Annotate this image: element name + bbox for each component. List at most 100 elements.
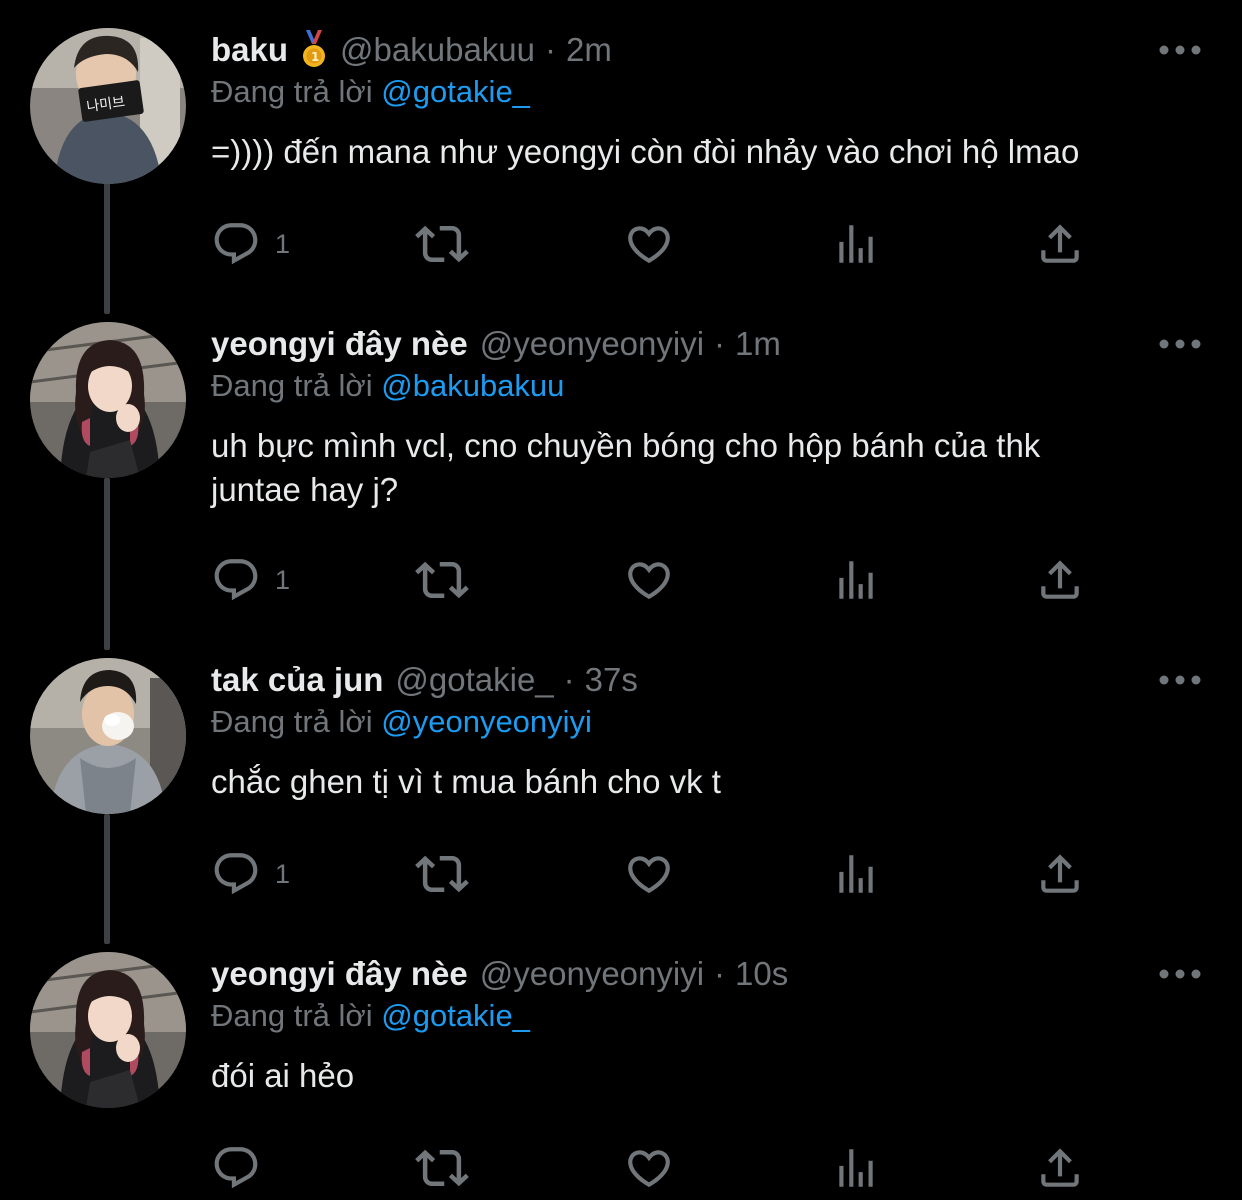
tweet-actions <box>211 1142 1081 1194</box>
tweet-header: tak của jun @gotakie_ · 37s <box>211 658 638 702</box>
avatar[interactable] <box>30 658 186 814</box>
reply-icon <box>211 1143 261 1193</box>
retweet-icon <box>415 847 469 901</box>
tweet-text-line: juntae hay j? <box>211 471 399 508</box>
tweet-text: uh bực mình vcl, cno chuyền bóng cho hộp… <box>211 424 1171 512</box>
replying-to: Đang trả lời @gotakie_ <box>211 74 530 110</box>
timestamp[interactable]: 1m <box>735 325 781 363</box>
reply-button[interactable]: 1 <box>211 554 290 606</box>
display-name[interactable]: tak của jun <box>211 661 383 699</box>
replying-to: Đang trả lời @yeonyeonyiyi <box>211 704 592 740</box>
share-button[interactable] <box>1035 218 1085 270</box>
more-options-icon[interactable] <box>1158 672 1202 688</box>
more-options-icon[interactable] <box>1158 966 1202 982</box>
heart-icon <box>624 1143 674 1193</box>
reply-button[interactable]: 1 <box>211 218 290 270</box>
timestamp[interactable]: 2m <box>566 31 612 69</box>
tweet-header: yeongyi đây nèe @yeonyeonyiyi · 1m <box>211 322 781 366</box>
avatar[interactable] <box>30 322 186 478</box>
views-button[interactable] <box>831 1142 881 1194</box>
heart-icon <box>624 219 674 269</box>
replying-to: Đang trả lời @gotakie_ <box>211 998 530 1034</box>
reply-button[interactable] <box>211 1142 275 1194</box>
tweet-actions: 1 <box>211 848 1081 900</box>
conversation-thread: 나미브 baku 1 @bakubakuu · 2m Đang trả lời <box>0 0 1242 1200</box>
display-name[interactable]: yeongyi đây nèe <box>211 955 468 993</box>
tweet[interactable]: yeongyi đây nèe @yeonyeonyiyi · 10s Đang… <box>0 952 1242 1200</box>
replying-to-label: Đang trả lời <box>211 998 373 1033</box>
replying-to-label: Đang trả lời <box>211 368 373 403</box>
share-icon <box>1035 555 1085 605</box>
user-handle[interactable]: @bakubakuu <box>340 31 535 69</box>
mention-link[interactable]: @bakubakuu <box>381 368 564 403</box>
reply-count: 1 <box>275 858 291 889</box>
share-button[interactable] <box>1035 1142 1085 1194</box>
replying-to-label: Đang trả lời <box>211 74 373 109</box>
tweet-text: chắc ghen tị vì t mua bánh cho vk t <box>211 763 721 800</box>
retweet-button[interactable] <box>415 1142 469 1194</box>
tweet-actions: 1 <box>211 554 1081 606</box>
reply-count: 1 <box>275 228 291 259</box>
retweet-button[interactable] <box>415 218 469 270</box>
like-button[interactable] <box>624 1142 674 1194</box>
separator-dot: · <box>563 661 575 698</box>
heart-icon <box>624 555 674 605</box>
user-handle[interactable]: @yeonyeonyiyi <box>480 325 704 363</box>
replying-to-label: Đang trả lời <box>211 704 373 739</box>
retweet-button[interactable] <box>415 554 469 606</box>
display-name[interactable]: yeongyi đây nèe <box>211 325 468 363</box>
user-handle[interactable]: @yeonyeonyiyi <box>480 955 704 993</box>
tweet[interactable]: tak của jun @gotakie_ · 37s Đang trả lời… <box>0 658 1242 918</box>
avatar[interactable]: 나미브 <box>30 28 186 184</box>
tweet-text: =)))) đến mana như yeongyi còn đòi nhảy … <box>211 133 1080 170</box>
share-icon <box>1035 219 1085 269</box>
tweet-text: đói ai hẻo <box>211 1057 355 1094</box>
reply-count: 1 <box>275 564 291 595</box>
share-button[interactable] <box>1035 554 1085 606</box>
timestamp[interactable]: 37s <box>585 661 638 699</box>
views-button[interactable] <box>831 554 881 606</box>
retweet-icon <box>415 1141 469 1195</box>
timestamp[interactable]: 10s <box>735 955 788 993</box>
bar-chart-icon <box>831 1143 881 1193</box>
mention-link[interactable]: @gotakie_ <box>381 74 530 109</box>
like-button[interactable] <box>624 848 674 900</box>
bar-chart-icon <box>831 219 881 269</box>
more-options-icon[interactable] <box>1158 42 1202 58</box>
bar-chart-icon <box>831 555 881 605</box>
user-handle[interactable]: @gotakie_ <box>395 661 553 699</box>
replying-to: Đang trả lời @bakubakuu <box>211 368 564 404</box>
medal-icon: 1 <box>300 30 328 70</box>
bar-chart-icon <box>831 849 881 899</box>
tweet-header: yeongyi đây nèe @yeonyeonyiyi · 10s <box>211 952 788 996</box>
tweet-actions: 1 <box>211 218 1081 270</box>
tweet[interactable]: yeongyi đây nèe @yeonyeonyiyi · 1m Đang … <box>0 322 1242 622</box>
display-name[interactable]: baku <box>211 31 288 69</box>
share-button[interactable] <box>1035 848 1085 900</box>
like-button[interactable] <box>624 218 674 270</box>
separator-dot: · <box>714 955 726 992</box>
views-button[interactable] <box>831 848 881 900</box>
views-button[interactable] <box>831 218 881 270</box>
mention-link[interactable]: @yeonyeonyiyi <box>381 704 592 739</box>
tweet[interactable]: 나미브 baku 1 @bakubakuu · 2m Đang trả lời <box>0 28 1242 288</box>
share-icon <box>1035 1143 1085 1193</box>
separator-dot: · <box>714 325 726 362</box>
mention-link[interactable]: @gotakie_ <box>381 998 530 1033</box>
reply-button[interactable]: 1 <box>211 848 290 900</box>
heart-icon <box>624 849 674 899</box>
share-icon <box>1035 849 1085 899</box>
more-options-icon[interactable] <box>1158 336 1202 352</box>
reply-icon <box>211 849 261 899</box>
tweet-header: baku 1 @bakubakuu · 2m <box>211 28 612 72</box>
retweet-icon <box>415 217 469 271</box>
like-button[interactable] <box>624 554 674 606</box>
separator-dot: · <box>545 31 557 68</box>
retweet-button[interactable] <box>415 848 469 900</box>
avatar[interactable] <box>30 952 186 1108</box>
retweet-icon <box>415 553 469 607</box>
svg-text:1: 1 <box>311 50 319 64</box>
tweet-text-line: uh bực mình vcl, cno chuyền bóng cho hộp… <box>211 427 1041 464</box>
reply-icon <box>211 555 261 605</box>
reply-icon <box>211 219 261 269</box>
